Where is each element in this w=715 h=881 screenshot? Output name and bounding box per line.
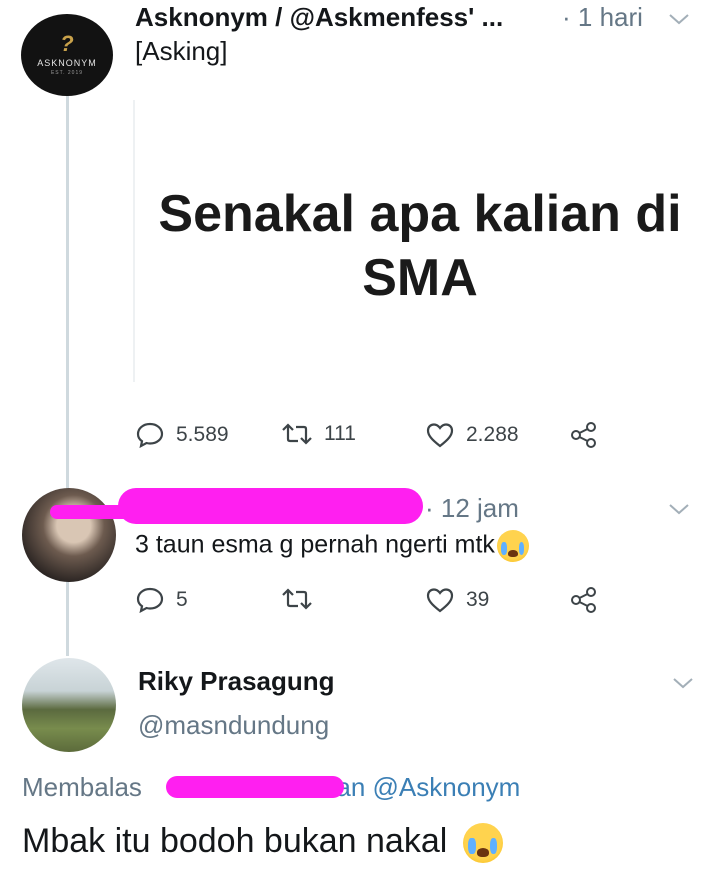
tweet-text: Mbak itu bodoh bukan nakal <box>22 822 503 864</box>
avatar-established-text: EST. 2019 <box>50 70 84 76</box>
author-name[interactable]: Asknonym / @Askmenfess' ... <box>135 2 503 33</box>
loudly-crying-face-icon <box>496 530 529 562</box>
tweet-time[interactable]: · 1 hari <box>562 2 643 33</box>
like-count: 2.288 <box>466 423 519 446</box>
avatar[interactable] <box>22 488 116 582</box>
avatar[interactable] <box>22 658 116 752</box>
reply-icon <box>136 422 164 448</box>
retweet-button[interactable]: 111 <box>282 422 356 446</box>
redacted-author-name <box>118 488 423 524</box>
reply-icon <box>136 587 164 613</box>
heart-icon <box>426 423 454 448</box>
author-name[interactable]: Riky Prasagung <box>138 666 335 697</box>
retweet-icon <box>282 423 312 445</box>
like-button[interactable]: 2.288 <box>426 422 519 448</box>
chevron-down-icon[interactable] <box>672 676 694 690</box>
avatar-brand-text: ASKNONYM <box>37 58 97 68</box>
tweet-text-content: 3 taun esma g pernah ngerti mtk <box>135 530 495 559</box>
share-icon <box>571 422 596 448</box>
tweet-text-content: Mbak itu bodoh bukan nakal <box>22 822 448 860</box>
card-image-text: Senakal apa kalian di SMA <box>158 185 682 307</box>
retweet-count: 111 <box>324 422 356 445</box>
share-button[interactable] <box>570 422 598 448</box>
retweet-button[interactable] <box>282 587 312 611</box>
reply-count: 5.589 <box>176 423 229 446</box>
reply-count: 5 <box>176 588 188 611</box>
redacted-mention <box>166 776 344 798</box>
tweet-text: [Asking] <box>135 36 228 66</box>
tweet-time[interactable]: · 12 jam <box>425 493 519 524</box>
replying-to-label: Membalas <box>22 772 142 802</box>
chevron-down-icon[interactable] <box>668 502 690 516</box>
loudly-crying-face-icon <box>462 823 503 864</box>
question-mark-logo: ? <box>60 31 74 56</box>
replying-to-mention[interactable]: dan @Asknonym <box>322 772 520 802</box>
like-count: 39 <box>466 588 490 611</box>
author-handle[interactable]: @masndundung <box>138 710 329 741</box>
chevron-down-icon[interactable] <box>668 12 690 26</box>
avatar[interactable]: ? ASKNONYM EST. 2019 <box>21 14 113 96</box>
share-icon <box>571 587 596 613</box>
retweet-icon <box>282 588 312 610</box>
like-button[interactable]: 39 <box>426 587 489 613</box>
tweet-text: 3 taun esma g pernah ngerti mtk <box>135 530 529 562</box>
card-divider <box>133 100 135 382</box>
reply-button[interactable]: 5 <box>136 587 188 613</box>
share-button[interactable] <box>570 587 598 613</box>
reply-button[interactable]: 5.589 <box>136 422 229 448</box>
heart-icon <box>426 588 454 613</box>
